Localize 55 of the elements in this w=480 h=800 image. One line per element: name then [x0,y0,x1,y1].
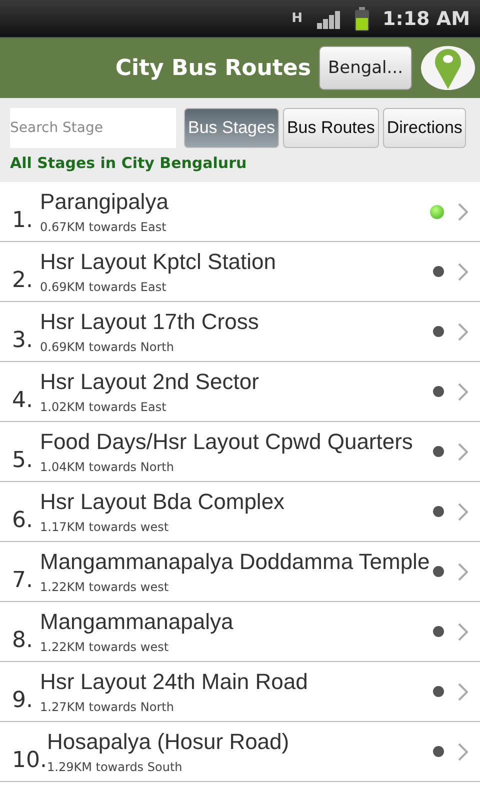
chevron-icon [458,202,468,220]
stage-number: 5. [12,448,34,473]
chevron-icon [458,562,468,580]
stage-number: 9. [12,688,34,713]
clock-time: 1:18 AM [382,8,470,30]
stage-name: Hsr Layout 17th Cross [40,309,260,336]
chevron-icon [458,742,468,760]
stage-name: Hsr Layout Kptcl Station [40,249,278,276]
chevron-icon [458,622,468,640]
stage-name: Parangipalya [40,189,170,216]
stage-row[interactable]: 5. Food Days/Hsr Layout Cpwd Quarters 1.04KM towards North [0,422,480,482]
stage-distance: 0.69KM towards East [40,280,168,294]
chevron-icon [458,322,468,340]
stage-distance: 1.27KM towards North [40,700,175,714]
stage-distance: 1.17KM towards west [40,520,170,534]
chevron-icon [458,442,468,460]
stage-number: 4. [12,388,34,413]
stage-name: Hsr Layout 24th Main Road [40,669,309,696]
stage-distance: 0.69KM towards North [40,340,175,354]
city-button[interactable]: Bengal... [318,46,412,90]
stage-distance: 0.67KM towards East [40,220,168,234]
stage-distance: 1.29KM towards South [47,760,184,774]
location-pin-icon[interactable] [420,45,476,91]
stage-name: Hsr Layout 2nd Sector [40,369,260,396]
chevron-icon [458,502,468,520]
stage-name: Hosapalya (Hosur Road) [47,729,290,756]
search-field[interactable]: Search Stage [10,108,176,148]
tab[interactable]: Bus Routes [282,108,379,148]
stage-row[interactable]: 9. Hsr Layout 24th Main Road 1.27KM towards North [0,662,480,722]
stage-name: Hsr Layout Bda Complex [40,489,286,516]
chevron-icon [458,382,468,400]
stage-name: Mangammanapalya [40,609,234,636]
stage-number: 7. [12,568,34,593]
stage-number: 2. [12,268,34,293]
section-heading: All Stages in City Bengaluru [0,148,480,182]
battery-icon [354,6,368,30]
stage-name: Food Days/Hsr Layout Cpwd Quarters [40,429,414,456]
stage-name: Mangammanapalya Doddamma Temple [40,549,429,576]
chevron-icon [458,682,468,700]
stage-distance: 1.22KM towards west [40,640,170,654]
stage-number: 6. [12,508,34,533]
signal-icon [316,8,340,28]
tab[interactable]: Directions [382,108,466,148]
tab[interactable]: Bus Stages [184,108,279,148]
app-title: City Bus Routes [115,56,311,80]
stage-number: 3. [12,328,34,353]
stage-number: 8. [12,628,34,653]
stage-distance: 1.02KM towards East [40,400,168,414]
stage-row[interactable]: 7. Mangammanapalya Doddamma Temple 1.22KM towards west [0,542,480,602]
network-type-icon: H [292,12,302,25]
stage-number: 10. [12,748,47,773]
stage-number: 1. [12,208,34,233]
stage-distance: 1.04KM towards North [40,460,175,474]
stage-distance: 1.22KM towards west [40,580,170,594]
chevron-icon [458,262,468,280]
